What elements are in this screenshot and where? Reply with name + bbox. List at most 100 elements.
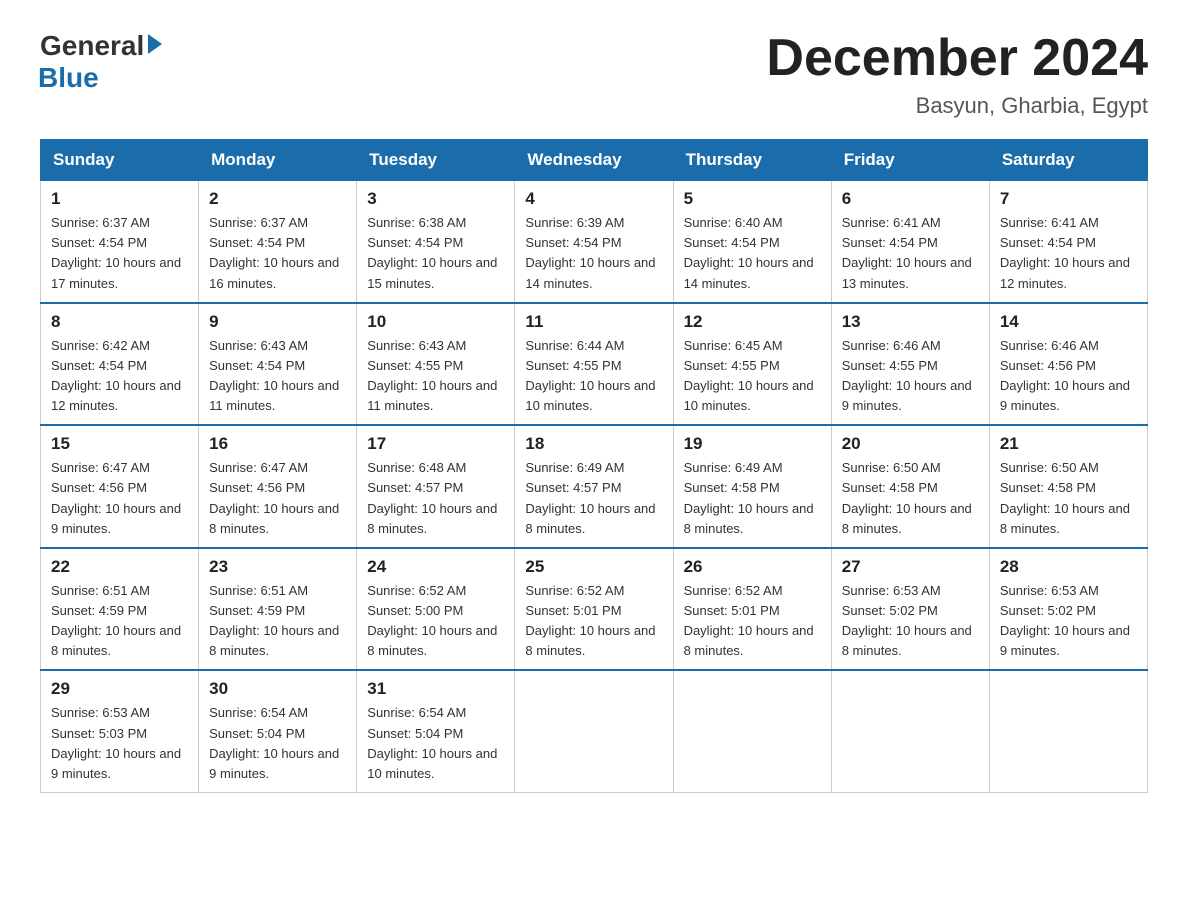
header-thursday: Thursday [673,140,831,181]
day-number: 11 [525,312,662,332]
day-info: Sunrise: 6:44 AM Sunset: 4:55 PM Dayligh… [525,336,662,417]
table-row: 28 Sunrise: 6:53 AM Sunset: 5:02 PM Dayl… [989,548,1147,671]
day-number: 5 [684,189,821,209]
day-info: Sunrise: 6:42 AM Sunset: 4:54 PM Dayligh… [51,336,188,417]
day-info: Sunrise: 6:49 AM Sunset: 4:57 PM Dayligh… [525,458,662,539]
day-info: Sunrise: 6:48 AM Sunset: 4:57 PM Dayligh… [367,458,504,539]
header-friday: Friday [831,140,989,181]
table-row: 13 Sunrise: 6:46 AM Sunset: 4:55 PM Dayl… [831,303,989,426]
day-number: 18 [525,434,662,454]
table-row: 3 Sunrise: 6:38 AM Sunset: 4:54 PM Dayli… [357,181,515,303]
day-number: 30 [209,679,346,699]
table-row: 20 Sunrise: 6:50 AM Sunset: 4:58 PM Dayl… [831,425,989,548]
table-row: 18 Sunrise: 6:49 AM Sunset: 4:57 PM Dayl… [515,425,673,548]
day-number: 13 [842,312,979,332]
table-row: 26 Sunrise: 6:52 AM Sunset: 5:01 PM Dayl… [673,548,831,671]
table-row: 4 Sunrise: 6:39 AM Sunset: 4:54 PM Dayli… [515,181,673,303]
logo: General Blue [40,30,162,94]
day-number: 19 [684,434,821,454]
calendar-week-row: 8 Sunrise: 6:42 AM Sunset: 4:54 PM Dayli… [41,303,1148,426]
day-number: 12 [684,312,821,332]
table-row: 25 Sunrise: 6:52 AM Sunset: 5:01 PM Dayl… [515,548,673,671]
day-info: Sunrise: 6:41 AM Sunset: 4:54 PM Dayligh… [1000,213,1137,294]
table-row: 24 Sunrise: 6:52 AM Sunset: 5:00 PM Dayl… [357,548,515,671]
header-tuesday: Tuesday [357,140,515,181]
day-info: Sunrise: 6:52 AM Sunset: 5:00 PM Dayligh… [367,581,504,662]
calendar-week-row: 1 Sunrise: 6:37 AM Sunset: 4:54 PM Dayli… [41,181,1148,303]
table-row: 9 Sunrise: 6:43 AM Sunset: 4:54 PM Dayli… [199,303,357,426]
table-row: 21 Sunrise: 6:50 AM Sunset: 4:58 PM Dayl… [989,425,1147,548]
day-info: Sunrise: 6:50 AM Sunset: 4:58 PM Dayligh… [1000,458,1137,539]
logo-blue-text: Blue [38,62,99,94]
header-monday: Monday [199,140,357,181]
day-number: 3 [367,189,504,209]
table-row: 8 Sunrise: 6:42 AM Sunset: 4:54 PM Dayli… [41,303,199,426]
day-info: Sunrise: 6:47 AM Sunset: 4:56 PM Dayligh… [209,458,346,539]
location-title: Basyun, Gharbia, Egypt [766,93,1148,119]
day-number: 23 [209,557,346,577]
day-number: 10 [367,312,504,332]
day-number: 27 [842,557,979,577]
day-info: Sunrise: 6:49 AM Sunset: 4:58 PM Dayligh… [684,458,821,539]
day-number: 31 [367,679,504,699]
day-info: Sunrise: 6:50 AM Sunset: 4:58 PM Dayligh… [842,458,979,539]
month-title: December 2024 [766,30,1148,87]
table-row: 31 Sunrise: 6:54 AM Sunset: 5:04 PM Dayl… [357,670,515,792]
day-info: Sunrise: 6:52 AM Sunset: 5:01 PM Dayligh… [525,581,662,662]
day-info: Sunrise: 6:40 AM Sunset: 4:54 PM Dayligh… [684,213,821,294]
day-info: Sunrise: 6:43 AM Sunset: 4:54 PM Dayligh… [209,336,346,417]
day-info: Sunrise: 6:46 AM Sunset: 4:55 PM Dayligh… [842,336,979,417]
table-row [673,670,831,792]
table-row: 17 Sunrise: 6:48 AM Sunset: 4:57 PM Dayl… [357,425,515,548]
day-info: Sunrise: 6:53 AM Sunset: 5:02 PM Dayligh… [842,581,979,662]
day-info: Sunrise: 6:46 AM Sunset: 4:56 PM Dayligh… [1000,336,1137,417]
day-info: Sunrise: 6:45 AM Sunset: 4:55 PM Dayligh… [684,336,821,417]
day-number: 1 [51,189,188,209]
table-row: 10 Sunrise: 6:43 AM Sunset: 4:55 PM Dayl… [357,303,515,426]
day-number: 25 [525,557,662,577]
day-number: 14 [1000,312,1137,332]
table-row: 6 Sunrise: 6:41 AM Sunset: 4:54 PM Dayli… [831,181,989,303]
day-number: 21 [1000,434,1137,454]
day-info: Sunrise: 6:39 AM Sunset: 4:54 PM Dayligh… [525,213,662,294]
header-saturday: Saturday [989,140,1147,181]
table-row [831,670,989,792]
day-number: 9 [209,312,346,332]
calendar-table: Sunday Monday Tuesday Wednesday Thursday… [40,139,1148,793]
day-info: Sunrise: 6:43 AM Sunset: 4:55 PM Dayligh… [367,336,504,417]
day-info: Sunrise: 6:54 AM Sunset: 5:04 PM Dayligh… [367,703,504,784]
table-row: 2 Sunrise: 6:37 AM Sunset: 4:54 PM Dayli… [199,181,357,303]
day-number: 24 [367,557,504,577]
table-row: 19 Sunrise: 6:49 AM Sunset: 4:58 PM Dayl… [673,425,831,548]
table-row: 15 Sunrise: 6:47 AM Sunset: 4:56 PM Dayl… [41,425,199,548]
table-row: 5 Sunrise: 6:40 AM Sunset: 4:54 PM Dayli… [673,181,831,303]
day-number: 22 [51,557,188,577]
header: General Blue December 2024 Basyun, Gharb… [40,30,1148,119]
day-info: Sunrise: 6:41 AM Sunset: 4:54 PM Dayligh… [842,213,979,294]
day-number: 28 [1000,557,1137,577]
day-number: 6 [842,189,979,209]
day-number: 26 [684,557,821,577]
day-info: Sunrise: 6:53 AM Sunset: 5:02 PM Dayligh… [1000,581,1137,662]
table-row: 1 Sunrise: 6:37 AM Sunset: 4:54 PM Dayli… [41,181,199,303]
table-row: 11 Sunrise: 6:44 AM Sunset: 4:55 PM Dayl… [515,303,673,426]
header-sunday: Sunday [41,140,199,181]
table-row: 22 Sunrise: 6:51 AM Sunset: 4:59 PM Dayl… [41,548,199,671]
day-info: Sunrise: 6:37 AM Sunset: 4:54 PM Dayligh… [51,213,188,294]
header-wednesday: Wednesday [515,140,673,181]
day-info: Sunrise: 6:38 AM Sunset: 4:54 PM Dayligh… [367,213,504,294]
calendar-week-row: 29 Sunrise: 6:53 AM Sunset: 5:03 PM Dayl… [41,670,1148,792]
day-info: Sunrise: 6:47 AM Sunset: 4:56 PM Dayligh… [51,458,188,539]
table-row: 29 Sunrise: 6:53 AM Sunset: 5:03 PM Dayl… [41,670,199,792]
day-number: 4 [525,189,662,209]
day-header-row: Sunday Monday Tuesday Wednesday Thursday… [41,140,1148,181]
day-info: Sunrise: 6:54 AM Sunset: 5:04 PM Dayligh… [209,703,346,784]
day-number: 15 [51,434,188,454]
table-row: 7 Sunrise: 6:41 AM Sunset: 4:54 PM Dayli… [989,181,1147,303]
day-info: Sunrise: 6:52 AM Sunset: 5:01 PM Dayligh… [684,581,821,662]
day-number: 8 [51,312,188,332]
logo-general-text: General [40,30,144,62]
table-row [515,670,673,792]
day-number: 29 [51,679,188,699]
title-area: December 2024 Basyun, Gharbia, Egypt [766,30,1148,119]
